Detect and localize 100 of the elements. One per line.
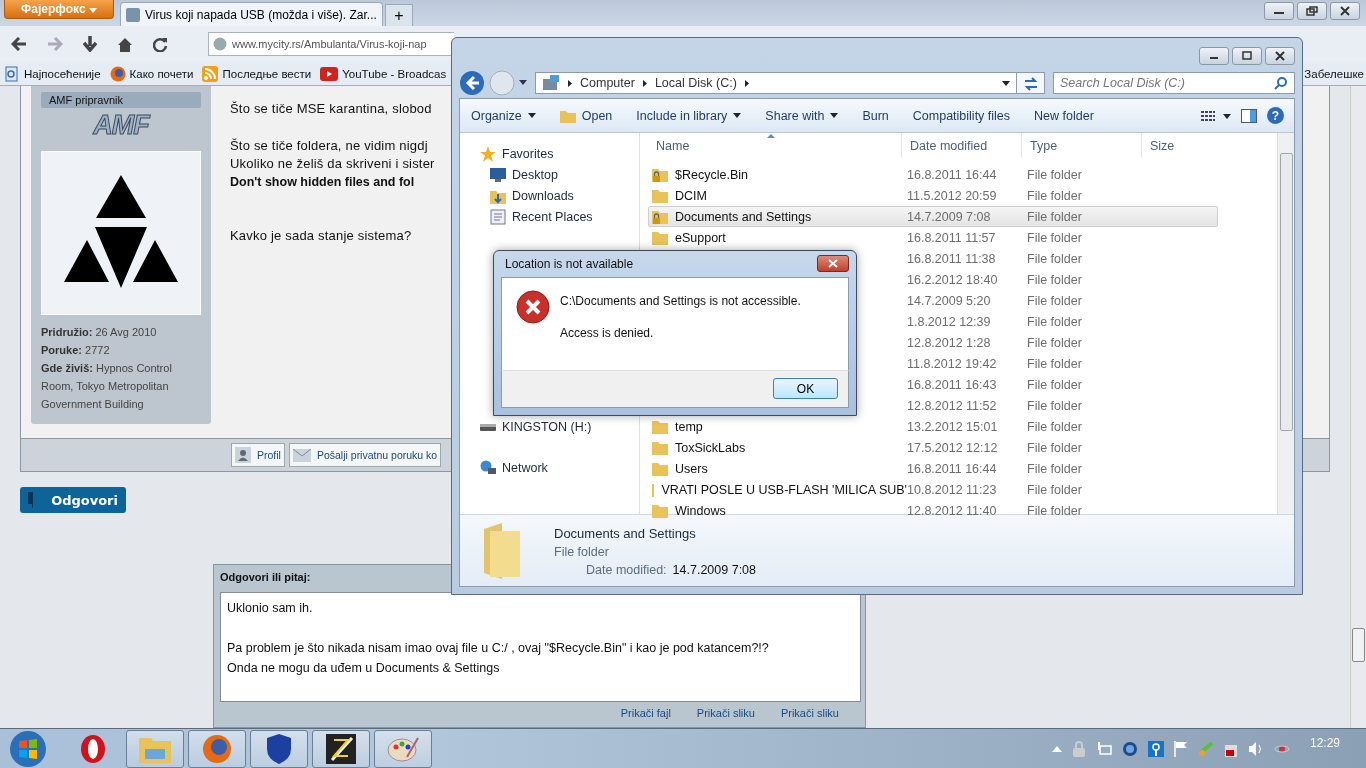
chevron-icon[interactable] (744, 79, 749, 87)
column-header[interactable]: Name (640, 133, 902, 158)
help-button[interactable]: ? (1267, 107, 1284, 124)
reload-icon[interactable] (153, 36, 168, 52)
view-options-icon[interactable] (1201, 109, 1231, 122)
person-icon (235, 447, 251, 463)
address-bar[interactable]: Computer Local Disk (C:) (535, 72, 1017, 94)
chevron-icon[interactable] (642, 79, 647, 87)
bookmark-link[interactable]: Најпосећеније (4, 65, 101, 82)
details-name: Documents and Settings (554, 524, 697, 543)
file-date: 12.8.2012 1:28 (907, 335, 992, 350)
file-row[interactable]: DCIM 11.5.2012 20:59 File folder (648, 185, 1218, 206)
toolbar-button[interactable]: Burn (855, 108, 896, 123)
file-name: temp (675, 419, 703, 434)
file-name: Documents and Settings (675, 209, 812, 224)
column-header[interactable]: Size (1142, 133, 1232, 158)
start-button[interactable] (8, 728, 48, 768)
bookmark-link[interactable]: Забелешке (1304, 67, 1364, 80)
bookmark-link[interactable]: YouTube - Broadcas (320, 66, 447, 81)
restore-button[interactable] (1297, 2, 1327, 20)
taskbar-app-button[interactable] (250, 729, 308, 768)
file-type: File folder (1027, 251, 1083, 266)
breadcrumb-item[interactable]: Computer (580, 76, 635, 90)
file-date: 16.2.2012 18:40 (907, 272, 999, 287)
download-arrow-icon[interactable] (83, 36, 97, 52)
wireless-icon[interactable] (1147, 740, 1164, 757)
file-date: 12.8.2012 11:52 (907, 398, 998, 413)
file-type: File folder (1027, 503, 1083, 518)
toolbar-button[interactable]: Compatibility files (905, 108, 1018, 123)
recent-places-icon (490, 208, 506, 225)
ring-icon[interactable] (1121, 740, 1138, 757)
file-date: 16.8.2011 11:38 (907, 251, 997, 266)
nav-item[interactable]: KINGSTON (H:) (460, 416, 639, 437)
search-field[interactable]: Search Local Disk (C:) (1053, 72, 1295, 94)
ok-button[interactable]: OK (773, 378, 838, 400)
bookmark-link[interactable]: Последње вести (202, 65, 312, 82)
file-type: File folder (1027, 230, 1083, 245)
maximize-button[interactable] (1232, 47, 1262, 65)
nav-item[interactable]: Downloads (460, 185, 639, 206)
rank-logo: AMF (92, 109, 151, 142)
star-icon (480, 145, 496, 162)
dialog-message: Access is denied. (560, 325, 655, 340)
new-tab-button[interactable]: + (384, 4, 413, 26)
file-row[interactable]: $Recycle.Bin 16.8.2011 16:44 File folder (648, 164, 1218, 185)
breadcrumb-item[interactable]: Local Disk (C:) (654, 76, 737, 90)
column-header[interactable]: Type (1022, 133, 1142, 158)
post-action-button[interactable]: Profil (231, 443, 285, 467)
attach-link[interactable]: Prikači fajl (620, 707, 671, 719)
browser-tab[interactable]: Virus koji napada USB (možda i više). Zar... (120, 2, 383, 26)
toolbar-button[interactable]: Open (552, 108, 620, 123)
file-row[interactable]: temp 13.2.2012 15:01 File folder (648, 416, 1218, 437)
nav-item[interactable]: Favorites (460, 143, 639, 164)
toolbar-button[interactable]: New folder (1027, 108, 1101, 123)
monitor-icon (490, 167, 506, 182)
refresh-icon[interactable] (1017, 72, 1045, 94)
post-text: Što se tiče MSE karantina, slobod (230, 100, 433, 118)
minimize-button[interactable] (1199, 47, 1229, 65)
address-field[interactable]: www.mycity.rs/Ambulanta/Virus-koji-nap (208, 32, 454, 56)
nav-item[interactable]: Recent Places (460, 206, 639, 227)
speaker-icon[interactable] (1247, 740, 1264, 757)
chevron-icon[interactable] (568, 79, 572, 87)
page-search-icon (4, 65, 20, 82)
back-arrow-icon[interactable] (11, 37, 27, 51)
column-header[interactable]: Date modified (902, 133, 1022, 158)
post-action-button[interactable]: Pošalji privatnu poruku ko (288, 443, 442, 467)
reply-button[interactable]: Odgovori (20, 487, 126, 513)
attach-link[interactable]: Prikači sliku (780, 707, 839, 719)
toolbar-button[interactable]: Share with (758, 108, 846, 123)
caret-icon (830, 113, 839, 118)
check-mark-icon[interactable] (1197, 740, 1214, 757)
file-type: File folder (1027, 209, 1083, 224)
bookmark-link[interactable]: Како почети (109, 65, 194, 82)
close-button[interactable] (1330, 2, 1360, 20)
toolbar-button[interactable]: Include in library (629, 108, 749, 123)
list-scrollbar[interactable] (1277, 133, 1294, 514)
file-row[interactable]: VRATI POSLE U USB-FLASH 'MILICA SUB'10.8.2012 11:23 File folder (648, 479, 1218, 500)
file-row[interactable]: Users 16.8.2011 16:44 File folder (648, 458, 1218, 479)
attach-link[interactable]: Prikači sliku (696, 707, 755, 719)
nav-item[interactable]: Network (460, 457, 639, 478)
reply-field[interactable]: Uklonio sam ih. Pa problem je što nikada nisam imao ovaj file u C:/ , ovaj "$Recycle.Bin" i kao je pod katancem?!? Onda ne mogu da uđem u Documents & Settings (220, 592, 861, 702)
file-row[interactable]: Windows 12.8.2012 11:40 File folder (648, 500, 1218, 521)
nav-item[interactable]: Desktop (460, 164, 639, 185)
selected-file-row[interactable]: Documents and Settings 14.7.2009 7:08 File folder (648, 206, 1218, 227)
file-date: 11.8.2012 19:42 (907, 356, 998, 371)
file-date: 12.8.2012 11:40 (907, 503, 998, 518)
file-type: File folder (1027, 461, 1083, 476)
page-scrollbar[interactable] (1350, 86, 1366, 728)
ring-o-icon (79, 733, 107, 764)
home-icon[interactable] (117, 36, 133, 52)
file-row[interactable]: ToxSickLabs 17.5.2012 12:12 File folder (648, 437, 1218, 458)
close-button[interactable] (817, 255, 849, 273)
minimize-button[interactable] (1264, 2, 1294, 20)
taskbar-app-button[interactable] (312, 729, 370, 768)
file-row[interactable]: eSupport 16.8.2011 11:57 File folder (648, 227, 1218, 248)
preview-pane-icon[interactable] (1241, 108, 1257, 123)
fox-globe-icon (202, 733, 232, 764)
details-label: Date modified: (586, 561, 667, 579)
site-icon (126, 7, 140, 22)
close-button[interactable] (1265, 47, 1295, 65)
toolbar-button[interactable]: Organize (464, 108, 543, 123)
